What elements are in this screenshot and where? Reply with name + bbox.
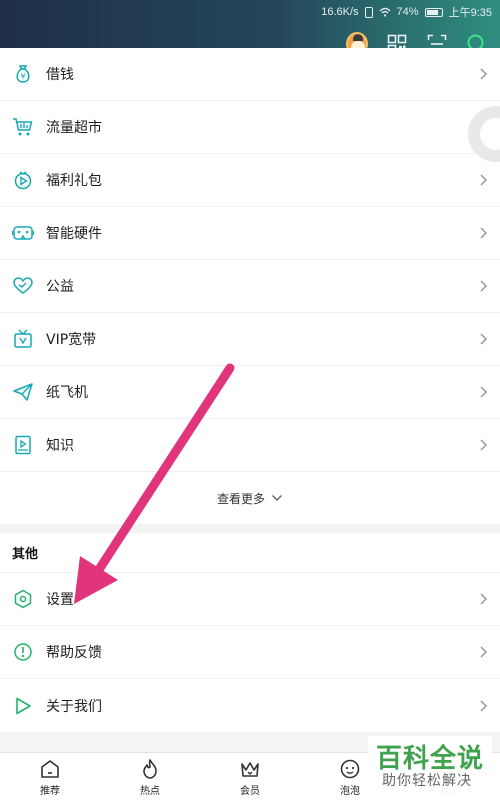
battery-percent: 74%	[396, 6, 419, 18]
list-item-label: 设置	[46, 592, 74, 608]
list-item-help[interactable]: 帮助反馈	[0, 626, 500, 679]
chevron-right-icon	[480, 174, 488, 186]
cart-icon	[12, 116, 34, 138]
svg-text:¥: ¥	[20, 72, 25, 81]
vip-box-icon	[12, 328, 34, 350]
list-item-label: VIP宽带	[46, 332, 97, 348]
heart-icon	[12, 275, 34, 297]
list-item-settings[interactable]: 设置	[0, 573, 500, 626]
battery-icon	[424, 7, 443, 17]
chevron-right-icon	[480, 646, 488, 658]
list-item-charity[interactable]: 公益	[0, 260, 500, 313]
nav-label: 泡泡	[340, 785, 360, 797]
paper-plane-icon	[12, 381, 34, 403]
list-item-label: 关于我们	[46, 698, 102, 715]
list-item-hardware[interactable]: 智能硬件	[0, 207, 500, 260]
status-bar: 16.6K/s 74% 上午9:35	[321, 4, 492, 20]
list-item-vip-broadband[interactable]: VIP宽带	[0, 313, 500, 366]
nav-label: 热点	[140, 785, 160, 797]
chevron-down-icon	[272, 495, 282, 501]
list-item-label: 智能硬件	[46, 226, 102, 242]
other-card: 其他 设置 帮助反馈 关于我们	[0, 533, 500, 732]
list-item-label: 公益	[46, 279, 74, 295]
bubble-face-icon	[340, 759, 360, 778]
list-item-label: 知识	[46, 438, 74, 454]
list-item-borrow[interactable]: ¥ 借钱	[0, 48, 500, 101]
nav-recommend[interactable]: 推荐	[0, 753, 100, 800]
nav-label: 推荐	[40, 785, 60, 797]
watermark-logo: 百科全说 助你轻松解决	[368, 736, 492, 796]
clock: 上午9:35	[448, 7, 492, 19]
section-title: 其他	[0, 533, 500, 573]
money-bag-icon: ¥	[12, 63, 34, 85]
chevron-right-icon	[480, 386, 488, 398]
chevron-right-icon	[480, 699, 488, 712]
list-item-label: 帮助反馈	[46, 645, 102, 661]
chevron-right-icon	[480, 333, 488, 345]
settings-hex-icon	[12, 588, 34, 610]
chevron-right-icon	[480, 593, 488, 605]
list-item-gift[interactable]: 福利礼包	[0, 154, 500, 207]
vibrate-icon	[364, 6, 373, 18]
watermark-subtitle: 助你轻松解决	[382, 773, 472, 789]
list-item-label: 流量超市	[46, 120, 102, 136]
crown-icon	[241, 761, 259, 777]
view-more-button[interactable]: 查看更多	[0, 472, 500, 524]
flame-icon	[143, 758, 157, 779]
vr-headset-icon	[12, 222, 34, 244]
view-more-label: 查看更多	[216, 491, 265, 506]
gift-icon	[12, 169, 34, 191]
nav-label: 会员	[240, 785, 260, 797]
list-item-knowledge[interactable]: 知识	[0, 419, 500, 472]
info-circle-icon	[12, 641, 34, 663]
chevron-right-icon	[480, 439, 488, 451]
services-card: ¥ 借钱 流量超市 福利礼包 智能硬件 公益 VIP宽带 纸飞机 知识 查看更多	[0, 48, 500, 524]
home-icon	[41, 759, 59, 778]
chevron-right-icon	[480, 227, 488, 239]
list-item-label: 纸飞机	[46, 385, 88, 401]
list-item-paper-plane[interactable]: 纸飞机	[0, 366, 500, 419]
chevron-right-icon	[480, 68, 488, 80]
nav-hot[interactable]: 热点	[100, 753, 200, 800]
list-item-data-market[interactable]: 流量超市	[0, 101, 500, 154]
list-item-about[interactable]: 关于我们	[0, 679, 500, 732]
network-speed: 16.6K/s	[321, 6, 359, 18]
list-item-label: 借钱	[46, 67, 74, 83]
list-item-label: 福利礼包	[46, 173, 102, 189]
chevron-right-icon	[480, 280, 488, 292]
nav-member[interactable]: 会员	[200, 753, 300, 800]
play-icon	[12, 695, 34, 717]
book-icon	[12, 434, 34, 456]
wifi-icon	[379, 7, 391, 17]
